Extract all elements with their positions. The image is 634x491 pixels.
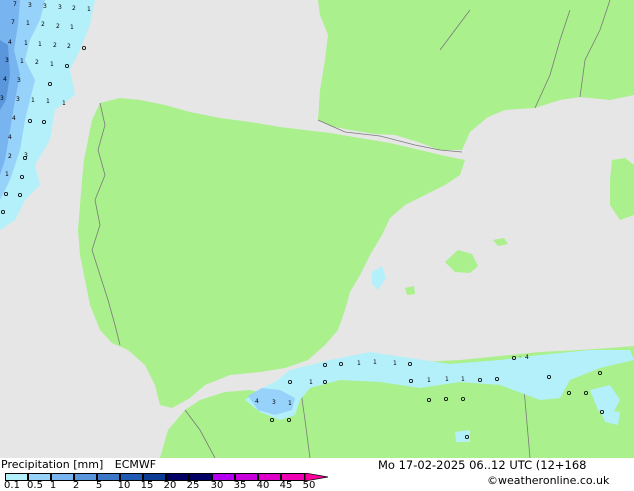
point-label: 3 — [16, 96, 20, 103]
point-label: 1 — [24, 40, 28, 47]
legend-footer: Precipitation [mm] ECMWF Mo 17-02-2025 0… — [0, 458, 634, 491]
point-label: 3 — [272, 399, 276, 406]
point-label: 1 — [357, 360, 361, 367]
point-label: 1 — [87, 6, 91, 13]
point-label: 3 — [58, 4, 62, 11]
point-label: 2 — [72, 5, 76, 12]
map-canvas: 7 3 3 3 2 1 7 1 2 2 1 4 1 1 2 2 3 1 2 1 … — [0, 0, 634, 459]
point-label: 1 — [20, 58, 24, 65]
legend-title: Precipitation [mm] — [1, 458, 104, 471]
point-label: 1 — [26, 20, 30, 27]
point-label: 4 — [255, 398, 259, 405]
point-label: 4 — [8, 134, 12, 141]
point-label: 1 — [393, 360, 397, 367]
point-label: 4 — [3, 76, 7, 83]
point-label: 1 — [62, 100, 66, 107]
point-label: 3 — [5, 57, 9, 64]
credit-label: ©weatheronline.co.uk — [487, 474, 610, 487]
valid-time: Mo 17-02-2025 06..12 UTC (12+168 — [378, 458, 587, 472]
point-label: 1 — [31, 97, 35, 104]
point-label: 2 — [53, 42, 57, 49]
point-label: 3 — [17, 77, 21, 84]
point-label: 3 — [43, 3, 47, 10]
point-label: 2 — [56, 23, 60, 30]
point-label: 4 — [525, 354, 529, 361]
point-label: 4 — [8, 39, 12, 46]
point-label: 1 — [50, 61, 54, 68]
point-label: 3 — [28, 2, 32, 9]
point-label: 3 — [0, 95, 4, 102]
point-label: 1 — [427, 377, 431, 384]
point-label: 1 — [5, 171, 9, 178]
point-label: 1 — [373, 359, 377, 366]
point-label: 2 — [41, 21, 45, 28]
point-label: 1 — [309, 379, 313, 386]
point-label: 4 — [12, 115, 16, 122]
model-label: ECMWF — [114, 458, 157, 471]
point-label: 1 — [461, 376, 465, 383]
point-label: 2 — [8, 153, 12, 160]
precipitation-map: 7 3 3 3 2 1 7 1 2 2 1 4 1 1 2 2 3 1 2 1 … — [0, 0, 634, 459]
point-label: 1 — [288, 400, 292, 407]
point-label: 1 — [38, 41, 42, 48]
point-label: 1 — [445, 376, 449, 383]
point-label: 2 — [35, 59, 39, 66]
point-label: 1 — [70, 24, 74, 31]
point-label: 1 — [46, 98, 50, 105]
point-label: 7 — [11, 19, 15, 26]
point-label: 3 — [24, 152, 28, 159]
point-label: 2 — [67, 43, 71, 50]
point-label: 7 — [13, 1, 17, 8]
